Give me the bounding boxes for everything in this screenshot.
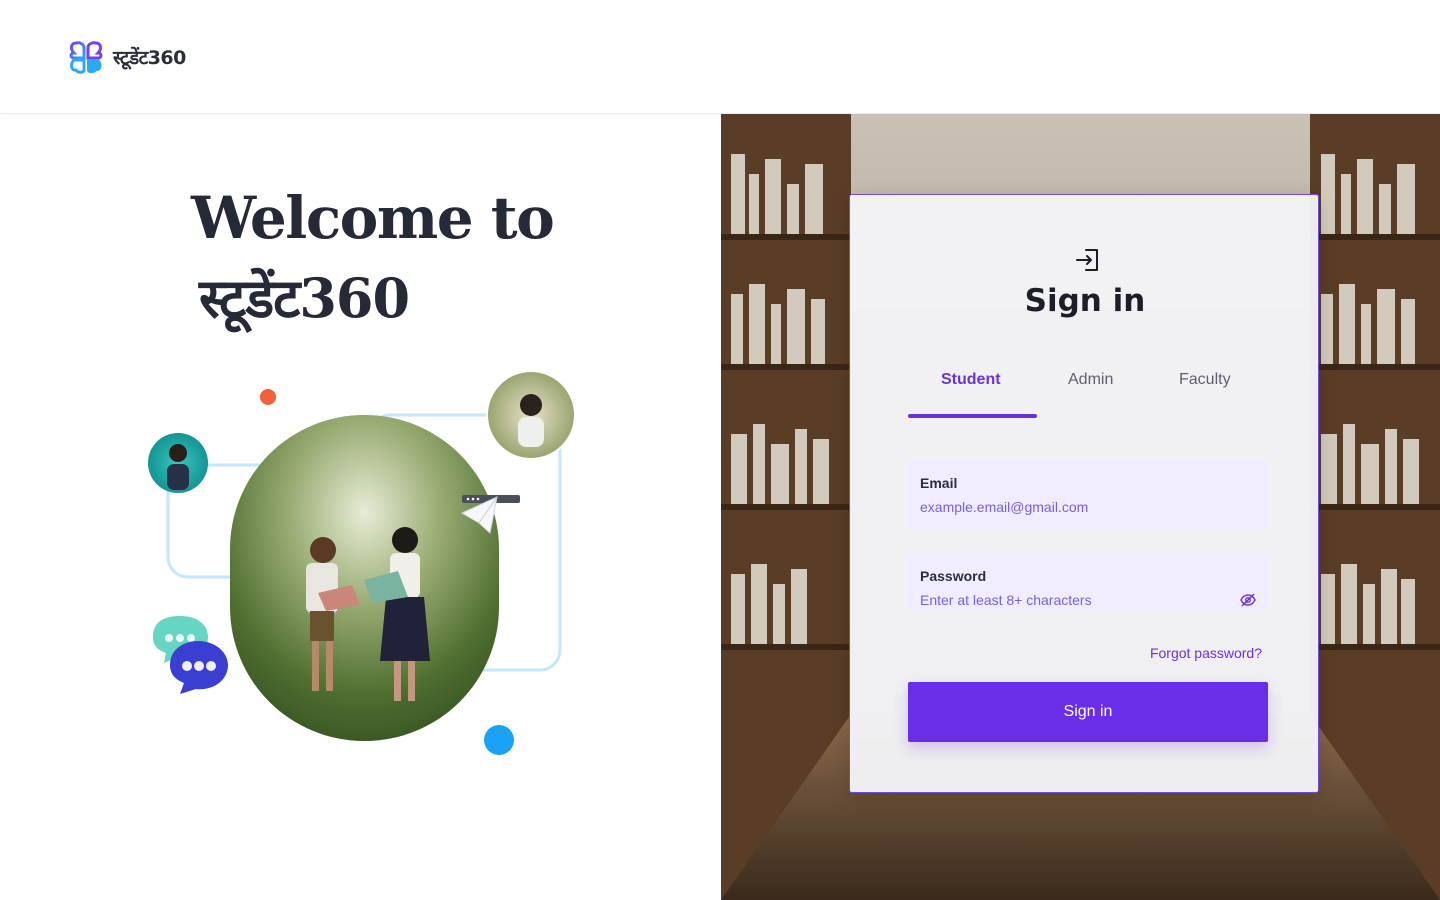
hero-title-line2: स्टूडेंट360: [199, 266, 410, 330]
flower-logo-icon[interactable]: [68, 40, 104, 74]
tab-admin[interactable]: Admin: [1068, 371, 1113, 389]
decor-dot-orange: [260, 389, 276, 405]
tab-student[interactable]: Student: [941, 371, 1001, 389]
eye-off-icon[interactable]: [1240, 593, 1256, 607]
signin-card: Sign in Student Admin Faculty Email Pass…: [849, 194, 1319, 793]
email-input[interactable]: [920, 496, 1230, 518]
password-field[interactable]: Password: [908, 553, 1268, 611]
email-label: Email: [920, 475, 958, 491]
signin-button[interactable]: Sign in: [908, 682, 1268, 742]
active-tab-indicator: [908, 414, 1037, 418]
decor-dot-blue: [484, 725, 514, 755]
brand-name: स्टूडेंट360: [113, 47, 186, 69]
hero-title-line1: Welcome to: [191, 184, 555, 252]
chat-bubble-icon: [153, 616, 228, 694]
forgot-password-link[interactable]: Forgot password?: [1150, 645, 1262, 661]
sign-in-arrow-icon: [1076, 249, 1098, 271]
password-input[interactable]: [920, 589, 1230, 611]
hero-illustration: [148, 370, 576, 755]
password-label: Password: [920, 568, 987, 584]
children-reading-photo: [230, 415, 499, 741]
tab-faculty[interactable]: Faculty: [1179, 371, 1231, 389]
email-field[interactable]: Email: [908, 460, 1268, 529]
signin-title: Sign in: [1024, 283, 1146, 319]
top-header: स्टूडेंट360: [0, 0, 1440, 114]
